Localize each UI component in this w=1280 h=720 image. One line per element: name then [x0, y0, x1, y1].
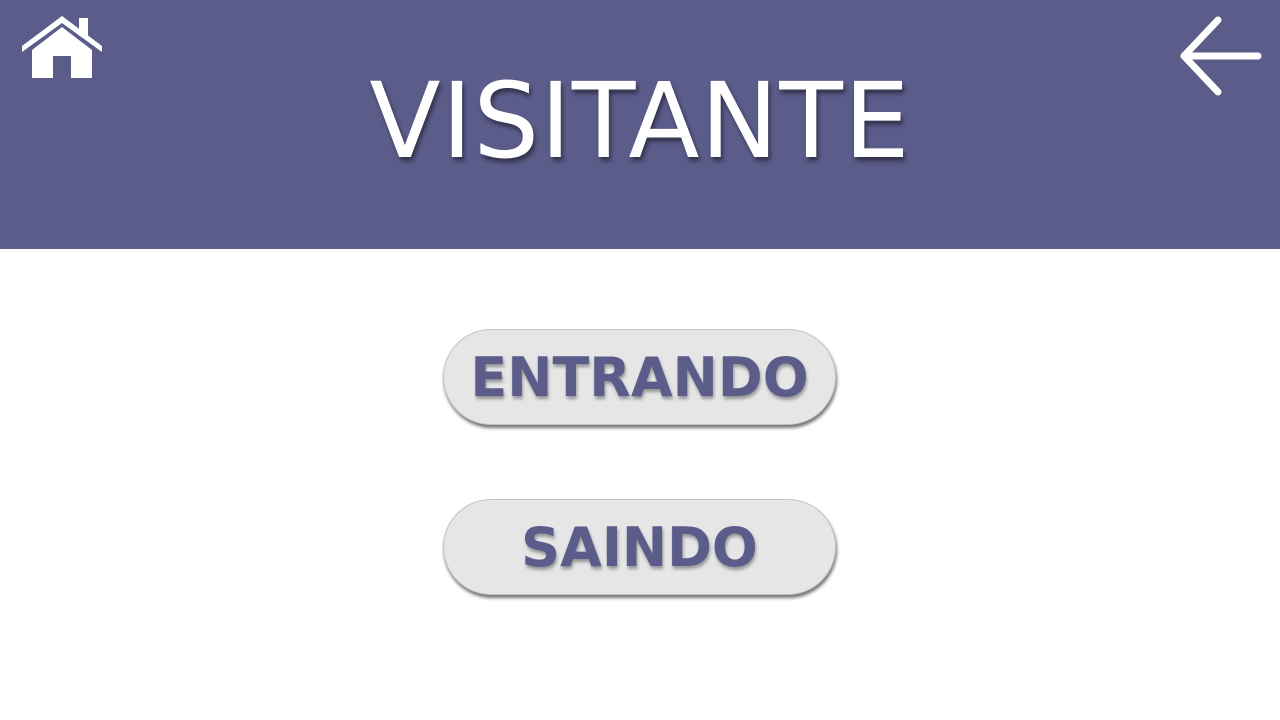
entrando-button[interactable]: ENTRANDO	[443, 329, 836, 425]
header-bar: VISITANTE	[0, 0, 1280, 249]
saindo-label: SAINDO	[521, 516, 758, 579]
visitor-screen: VISITANTE ENTRANDO SAINDO	[0, 0, 1280, 720]
entrando-label: ENTRANDO	[470, 346, 809, 409]
page-title: VISITANTE	[369, 60, 911, 182]
saindo-button[interactable]: SAINDO	[443, 499, 836, 595]
back-button[interactable]	[1174, 12, 1264, 100]
arrow-left-icon	[1174, 12, 1264, 100]
